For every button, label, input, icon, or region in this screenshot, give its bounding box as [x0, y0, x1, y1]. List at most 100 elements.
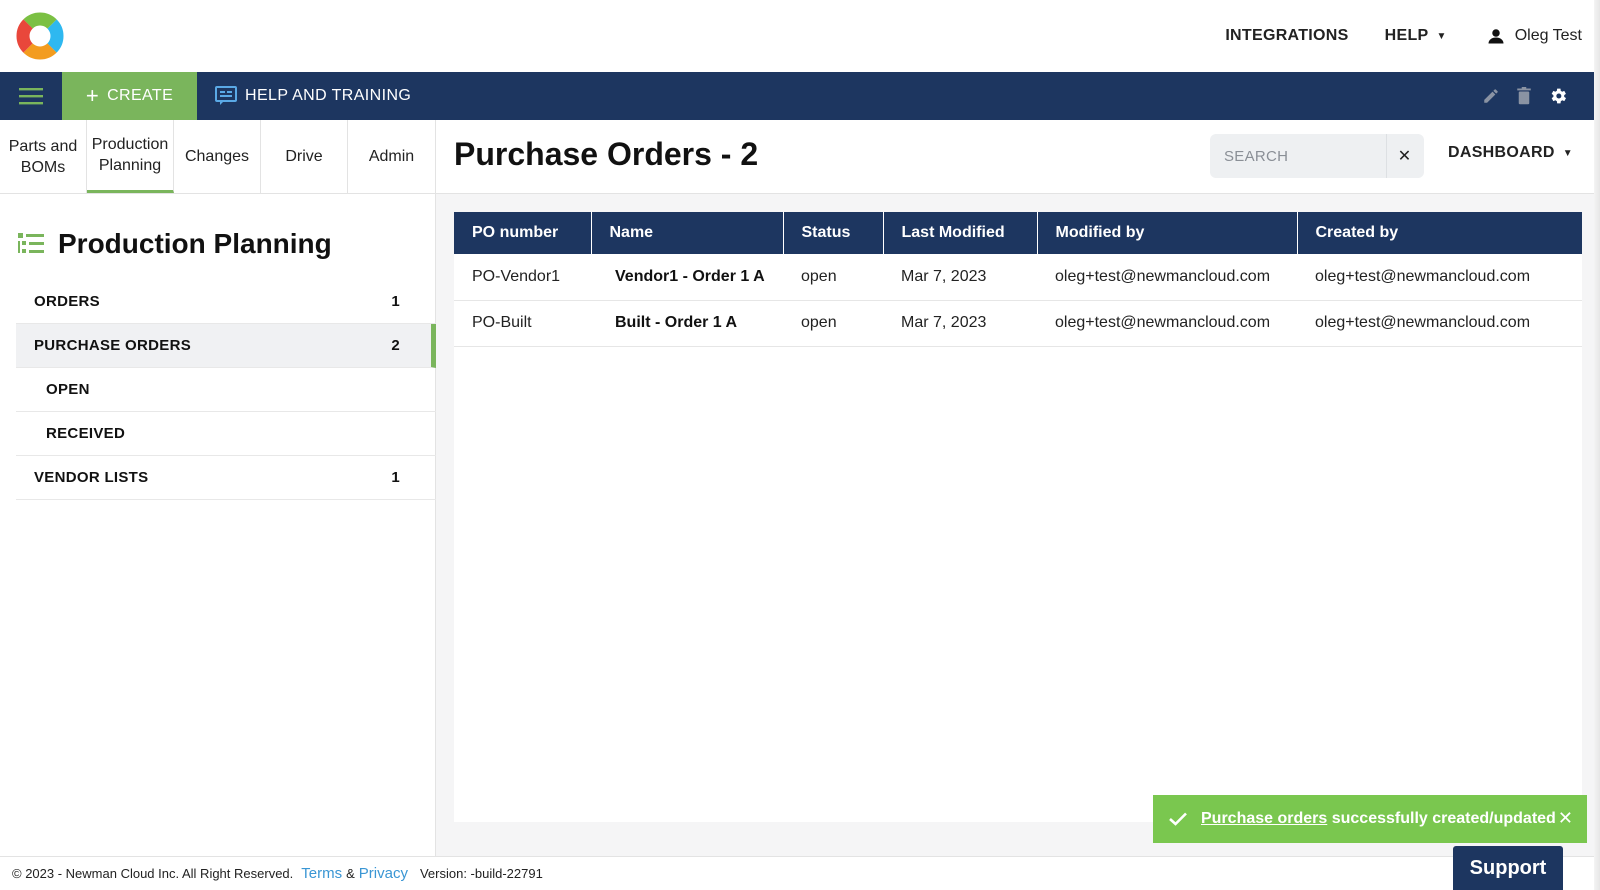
- cell-name[interactable]: Built - Order 1 A: [591, 300, 783, 347]
- tab-production-planning[interactable]: Production Planning: [87, 120, 174, 193]
- footer: © 2023 - Newman Cloud Inc. All Right Res…: [0, 856, 1600, 890]
- cell-po-number: PO-Vendor1: [454, 254, 591, 301]
- support-button[interactable]: Support: [1453, 846, 1563, 890]
- success-toast: Purchase orders successfully created/upd…: [1153, 795, 1587, 843]
- column-header-created-by[interactable]: Created by: [1297, 212, 1582, 254]
- plus-icon: +: [85, 83, 100, 108]
- sidebar-item-label: ORDERS: [34, 293, 100, 310]
- toast-link[interactable]: Purchase orders: [1201, 810, 1327, 828]
- clear-search-icon[interactable]: ✕: [1386, 134, 1422, 178]
- dashboard-label: DASHBOARD: [1448, 144, 1555, 161]
- cell-status: open: [783, 300, 883, 347]
- table-row[interactable]: PO-Vendor1 Vendor1 - Order 1 A open Mar …: [454, 254, 1582, 301]
- caret-down-icon: ▼: [1562, 147, 1573, 159]
- hamburger-icon: [19, 88, 43, 105]
- table-header-row: PO number Name Status Last Modified Modi…: [454, 212, 1582, 254]
- copyright-text: © 2023 - Newman Cloud Inc. All Right Res…: [12, 866, 294, 881]
- tab-label: Drive: [285, 148, 323, 165]
- column-header-status[interactable]: Status: [783, 212, 884, 254]
- cell-created-by: oleg+test@newmancloud.com: [1297, 254, 1582, 301]
- ampersand-text: &: [346, 866, 355, 881]
- sidebar-item-label: PURCHASE ORDERS: [34, 337, 192, 354]
- tab-label: Changes: [184, 148, 250, 165]
- cell-last-modified: Mar 7, 2023: [883, 254, 1037, 301]
- sidebar-item-count: 1: [391, 469, 400, 486]
- app-logo[interactable]: [16, 12, 64, 60]
- content-header: Purchase Orders - 2 ✕ DASHBOARD ▼: [436, 120, 1600, 194]
- trash-icon: [1517, 87, 1531, 105]
- version-text: Version: -build-22791: [419, 866, 543, 881]
- help-and-training-label: HELP AND TRAINING: [245, 87, 412, 104]
- sidebar-item-label: OPEN: [46, 381, 90, 398]
- tab-parts-and-boms[interactable]: Parts and BOMs: [0, 120, 87, 193]
- tab-label-line1: Production: [91, 136, 169, 153]
- help-menu[interactable]: HELP ▼: [1385, 27, 1447, 45]
- help-and-training-button[interactable]: HELP AND TRAINING: [215, 86, 411, 106]
- purchase-orders-table-container: PO number Name Status Last Modified Modi…: [454, 212, 1582, 822]
- column-header-po-number[interactable]: PO number: [454, 212, 592, 254]
- sidebar-item-open[interactable]: OPEN: [16, 368, 436, 412]
- column-header-name[interactable]: Name: [591, 212, 784, 254]
- create-button[interactable]: + CREATE: [62, 72, 197, 120]
- tab-label: Admin: [368, 148, 415, 165]
- cell-name[interactable]: Vendor1 - Order 1 A: [591, 254, 783, 301]
- help-label: HELP: [1384, 27, 1429, 44]
- top-header: INTEGRATIONS HELP ▼ Oleg Test: [0, 0, 1600, 72]
- cell-modified-by: oleg+test@newmancloud.com: [1037, 254, 1297, 301]
- tab-label-line2: BOMs: [20, 158, 66, 176]
- chat-book-icon: [215, 86, 237, 105]
- column-header-last-modified[interactable]: Last Modified: [883, 212, 1038, 254]
- left-sidebar: Parts and BOMs Production Planning Changes…: [0, 120, 436, 856]
- sidebar-title: Production Planning: [58, 228, 332, 259]
- tab-label-line1: Parts and: [8, 137, 78, 155]
- tab-label-line2: Planning: [98, 157, 162, 174]
- module-tabs: Parts and BOMs Production Planning Changes…: [0, 120, 435, 194]
- window-scrollbar[interactable]: [1594, 0, 1600, 890]
- menu-button[interactable]: [0, 72, 62, 120]
- cell-modified-by: oleg+test@newmancloud.com: [1037, 300, 1297, 347]
- delete-button[interactable]: [1516, 87, 1532, 105]
- close-icon[interactable]: ✕: [1558, 808, 1573, 829]
- main-navbar: + CREATE HELP AND TRAINING: [0, 72, 1600, 120]
- settings-button[interactable]: [1548, 86, 1568, 106]
- dashboard-dropdown[interactable]: DASHBOARD ▼: [1448, 144, 1573, 162]
- sidebar-item-label: VENDOR LISTS: [34, 469, 149, 486]
- user-name: Oleg Test: [1514, 27, 1582, 44]
- tab-admin[interactable]: Admin: [348, 120, 435, 193]
- cell-status: open: [783, 254, 883, 301]
- table-row[interactable]: PO-Built Built - Order 1 A open Mar 7, 2…: [454, 300, 1582, 347]
- edit-button[interactable]: [1482, 87, 1500, 105]
- search-box: ✕: [1210, 134, 1424, 178]
- user-icon: [1488, 29, 1504, 44]
- check-icon: [1169, 812, 1187, 826]
- list-icon: [18, 233, 44, 253]
- cell-created-by: oleg+test@newmancloud.com: [1297, 300, 1582, 347]
- toast-message: successfully created/updated: [1327, 810, 1556, 827]
- user-menu[interactable]: Oleg Test: [1487, 27, 1582, 45]
- terms-link[interactable]: Terms: [301, 865, 342, 882]
- privacy-link[interactable]: Privacy: [359, 865, 408, 882]
- sidebar-item-orders[interactable]: ORDERS 1: [16, 280, 436, 324]
- page-title: Purchase Orders - 2: [454, 136, 759, 172]
- sidebar-menu: ORDERS 1 PURCHASE ORDERS 2 OPEN RECEIVED…: [16, 280, 436, 500]
- create-label: CREATE: [107, 87, 174, 104]
- search-input[interactable]: [1210, 134, 1386, 178]
- tab-changes[interactable]: Changes: [174, 120, 261, 193]
- integrations-link[interactable]: INTEGRATIONS: [1225, 27, 1348, 45]
- sidebar-item-label: RECEIVED: [46, 425, 126, 442]
- pencil-icon: [1484, 89, 1498, 103]
- gear-icon: [1551, 88, 1566, 104]
- cell-po-number: PO-Built: [454, 300, 591, 347]
- column-header-modified-by[interactable]: Modified by: [1037, 212, 1298, 254]
- main-content: Purchase Orders - 2 ✕ DASHBOARD ▼ PO num…: [436, 120, 1600, 856]
- sidebar-item-received[interactable]: RECEIVED: [16, 412, 436, 456]
- sidebar-item-count: 2: [391, 337, 400, 354]
- caret-down-icon: ▼: [1436, 30, 1447, 42]
- cell-last-modified: Mar 7, 2023: [883, 300, 1037, 347]
- purchase-orders-table: PO number Name Status Last Modified Modi…: [454, 212, 1582, 347]
- sidebar-section-title: Production Planning: [18, 224, 435, 264]
- sidebar-item-vendor-lists[interactable]: VENDOR LISTS 1: [16, 456, 436, 500]
- sidebar-item-count: 1: [391, 293, 400, 310]
- sidebar-item-purchase-orders[interactable]: PURCHASE ORDERS 2: [16, 324, 436, 368]
- tab-drive[interactable]: Drive: [261, 120, 348, 193]
